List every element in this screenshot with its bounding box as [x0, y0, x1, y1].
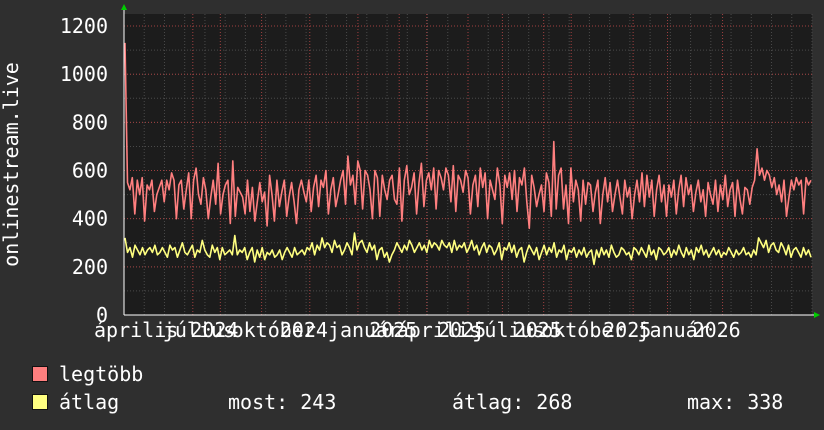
legend-swatch-legtobb — [32, 366, 48, 382]
y-tick-label: 400 — [72, 207, 108, 231]
y-tick-label: 1200 — [60, 14, 108, 38]
y-tick-label: 1000 — [60, 62, 108, 86]
stat-atlag: átlag: 268 — [452, 390, 573, 414]
stat-max: max: 338 — [687, 390, 784, 414]
y-axis-arrow — [121, 4, 127, 10]
legend-label-atlag: átlag — [59, 390, 120, 414]
x-tick-label: 2026 — [693, 318, 741, 342]
y-tick-label: 200 — [72, 255, 108, 279]
x-axis-arrow — [814, 312, 820, 318]
legend-label-legtobb: legtöbb — [59, 362, 144, 386]
legend-item-atlag: átlag most: 243 átlag: 268 max: 338 — [32, 390, 822, 414]
y-tick-label: 800 — [72, 110, 108, 134]
stat-most: most: 243 — [228, 390, 337, 414]
legend-swatch-atlag — [32, 394, 48, 410]
y-tick-label: 600 — [72, 159, 108, 183]
x-tick-label: 2024 — [280, 318, 328, 342]
chart-window: 0 200 400 600 800 1000 1200 április július 2024 ok… — [0, 0, 824, 430]
y-axis-label: onlinestream.live — [0, 62, 23, 267]
